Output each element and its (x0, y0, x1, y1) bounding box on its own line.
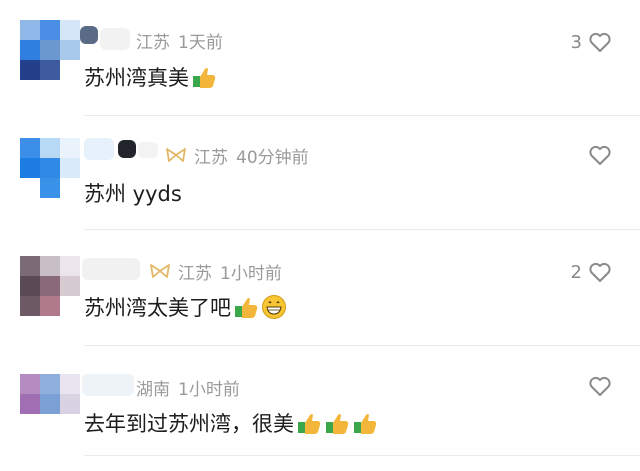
grinning-face-emoji (262, 295, 286, 319)
timestamp: 40分钟前 (236, 147, 309, 168)
like-count: 2 (570, 261, 582, 283)
like-button[interactable] (588, 375, 612, 397)
comment-item[interactable]: 江苏 1天前 苏州湾真美 3 (0, 0, 640, 116)
comment-meta: 江苏 1小时前 (148, 259, 282, 284)
thumbs-up-emoji (354, 414, 377, 434)
heart-icon (589, 32, 611, 52)
like-count: 3 (570, 31, 582, 53)
location: 江苏 (194, 147, 228, 168)
comment-text: 苏州 yyds (84, 178, 182, 208)
username-blurred[interactable] (82, 374, 134, 396)
username-blurred (118, 140, 136, 158)
timestamp: 1小时前 (220, 263, 282, 284)
like-button[interactable]: 2 (571, 261, 612, 283)
thumbs-up-emoji (326, 414, 349, 434)
location: 江苏 (178, 263, 212, 284)
username-blurred[interactable] (82, 258, 140, 280)
thumbs-up-emoji (193, 68, 216, 88)
avatar[interactable] (20, 256, 80, 316)
comment-item[interactable]: 江苏 1小时前 苏州湾太美了吧 2 (0, 230, 640, 346)
heart-icon (589, 376, 611, 396)
username-blurred (138, 142, 158, 158)
heart-icon (589, 262, 611, 282)
like-button[interactable]: 3 (571, 31, 612, 53)
comment-meta: 湖南 1小时前 (136, 375, 240, 400)
username-blurred (100, 28, 130, 50)
avatar[interactable] (20, 20, 80, 80)
comment-body: 去年到过苏州湾，很美 (84, 412, 294, 436)
comment-meta: 江苏 40分钟前 (164, 143, 309, 168)
comment-body: 苏州湾太美了吧 (84, 296, 231, 320)
comment-meta: 江苏 1天前 (136, 28, 223, 53)
username-blurred[interactable] (80, 26, 98, 44)
comment-item[interactable]: 湖南 1小时前 去年到过苏州湾，很美 (0, 346, 640, 462)
thumbs-up-emoji (235, 298, 258, 318)
comment-text: 去年到过苏州湾，很美 (84, 408, 378, 438)
divider (84, 455, 640, 456)
heart-icon (589, 145, 611, 165)
comment-text: 苏州湾太美了吧 (84, 292, 287, 322)
avatar[interactable] (20, 374, 80, 434)
bow-badge-icon (150, 264, 170, 278)
location: 江苏 (136, 32, 170, 53)
comment-text: 苏州湾真美 (84, 62, 217, 92)
username-blurred[interactable] (84, 138, 114, 160)
avatar[interactable] (20, 138, 80, 198)
comment-body: 苏州湾真美 (84, 66, 189, 90)
comment-body: 苏州 yyds (84, 182, 182, 206)
timestamp: 1小时前 (178, 379, 240, 400)
location: 湖南 (136, 379, 170, 400)
like-button[interactable] (588, 144, 612, 166)
thumbs-up-emoji (298, 414, 321, 434)
comment-item[interactable]: 江苏 40分钟前 苏州 yyds (0, 114, 640, 230)
bow-badge-icon (166, 148, 186, 162)
timestamp: 1天前 (178, 32, 223, 53)
